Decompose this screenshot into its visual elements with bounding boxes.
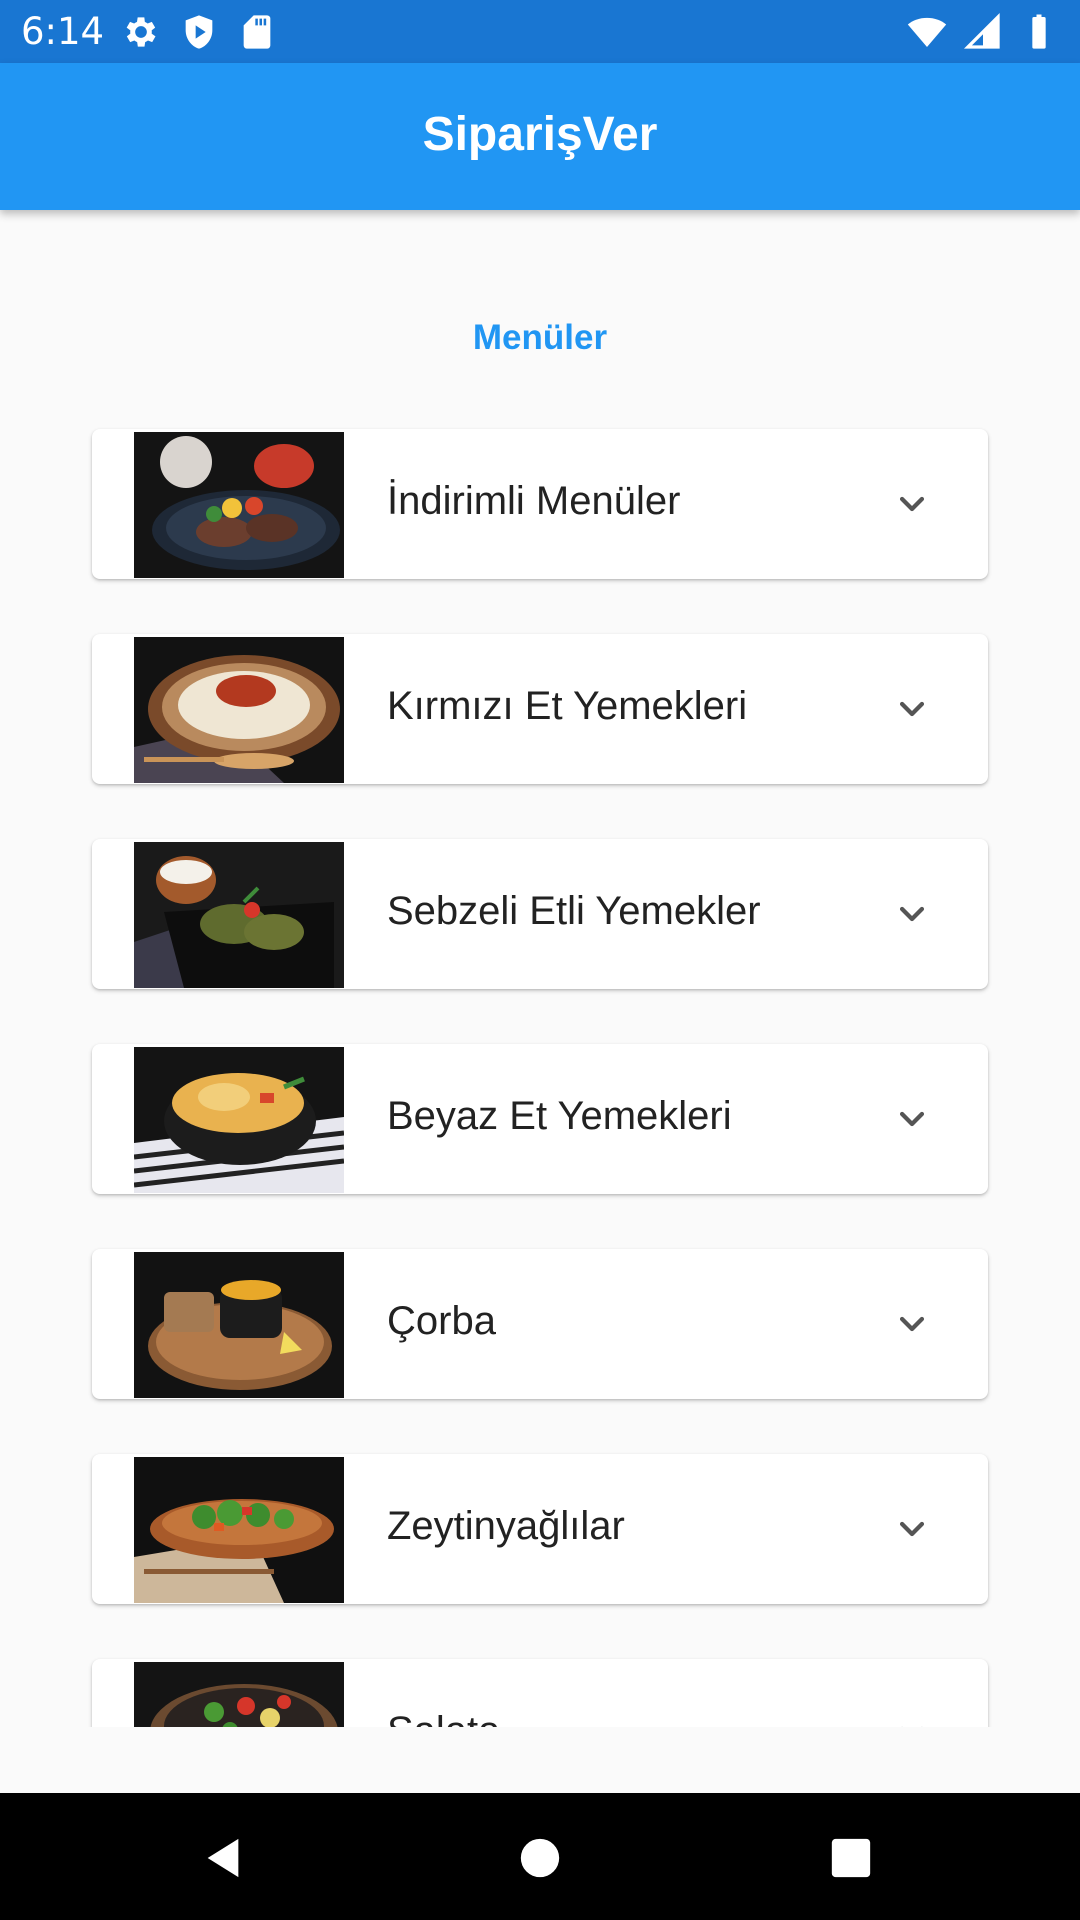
section-title: Menüler	[472, 318, 608, 357]
meat-stew-puree-image	[134, 637, 344, 783]
chicken-bowl-image	[134, 1047, 344, 1193]
menu-item-corba[interactable]: Çorba	[92, 1249, 988, 1399]
signal-icon	[963, 12, 1000, 49]
menu-item-label: Kırmızı Et Yemekleri	[387, 684, 748, 728]
menu-item-sebzeli-etli-yemekler[interactable]: Sebzeli Etli Yemekler	[92, 839, 988, 989]
chevron-down-icon[interactable]	[895, 897, 929, 931]
gear-icon	[126, 17, 156, 47]
stuffed-vine-leaves-image	[134, 842, 344, 988]
menu-list: İndirimli Menüler Kırmızı Et Yemekleri S…	[92, 429, 988, 1727]
chevron-down-icon[interactable]	[895, 1512, 929, 1546]
broccoli-dish-image	[134, 1457, 344, 1603]
back-icon[interactable]	[200, 1835, 246, 1881]
menu-scroll-area[interactable]: İndirimli Menüler Kırmızı Et Yemekleri S…	[0, 400, 1080, 1727]
app-bar: SiparişVer	[0, 63, 1080, 210]
menu-item-label: Çorba	[387, 1299, 496, 1343]
chevron-down-icon[interactable]	[895, 1717, 929, 1727]
sd-card-icon	[243, 15, 271, 49]
navigation-bar	[0, 1793, 1080, 1920]
menu-item-beyaz-et-yemekleri[interactable]: Beyaz Et Yemekleri	[92, 1044, 988, 1194]
chevron-down-icon[interactable]	[895, 1307, 929, 1341]
menu-item-label: Beyaz Et Yemekleri	[387, 1094, 732, 1138]
status-bar: 6:14	[0, 0, 1080, 63]
status-time: 6:14	[21, 10, 105, 53]
soup-cup-image	[134, 1252, 344, 1398]
chevron-down-icon[interactable]	[895, 692, 929, 726]
menu-item-label: Sebzeli Etli Yemekler	[387, 889, 761, 933]
salad-bowl-image	[134, 1662, 344, 1727]
menu-item-label: Zeytinyağlılar	[387, 1504, 625, 1548]
menu-item-zeytinyaglilar[interactable]: Zeytinyağlılar	[92, 1454, 988, 1604]
menu-item-label: İndirimli Menüler	[387, 479, 681, 523]
home-icon[interactable]	[517, 1835, 563, 1881]
chevron-down-icon[interactable]	[895, 487, 929, 521]
chevron-down-icon[interactable]	[895, 1102, 929, 1136]
menu-item-indirimli-menuler[interactable]: İndirimli Menüler	[92, 429, 988, 579]
shield-play-icon	[185, 15, 213, 49]
recents-icon[interactable]	[828, 1835, 874, 1881]
battery-icon	[1032, 14, 1046, 49]
menu-item-salata[interactable]: Salata	[92, 1659, 988, 1727]
wifi-icon	[907, 17, 947, 47]
grilled-meat-plate-image	[134, 432, 344, 578]
menu-item-label: Salata	[387, 1709, 500, 1727]
app-title: SiparişVer	[422, 108, 658, 161]
menu-item-kirmizi-et-yemekleri[interactable]: Kırmızı Et Yemekleri	[92, 634, 988, 784]
